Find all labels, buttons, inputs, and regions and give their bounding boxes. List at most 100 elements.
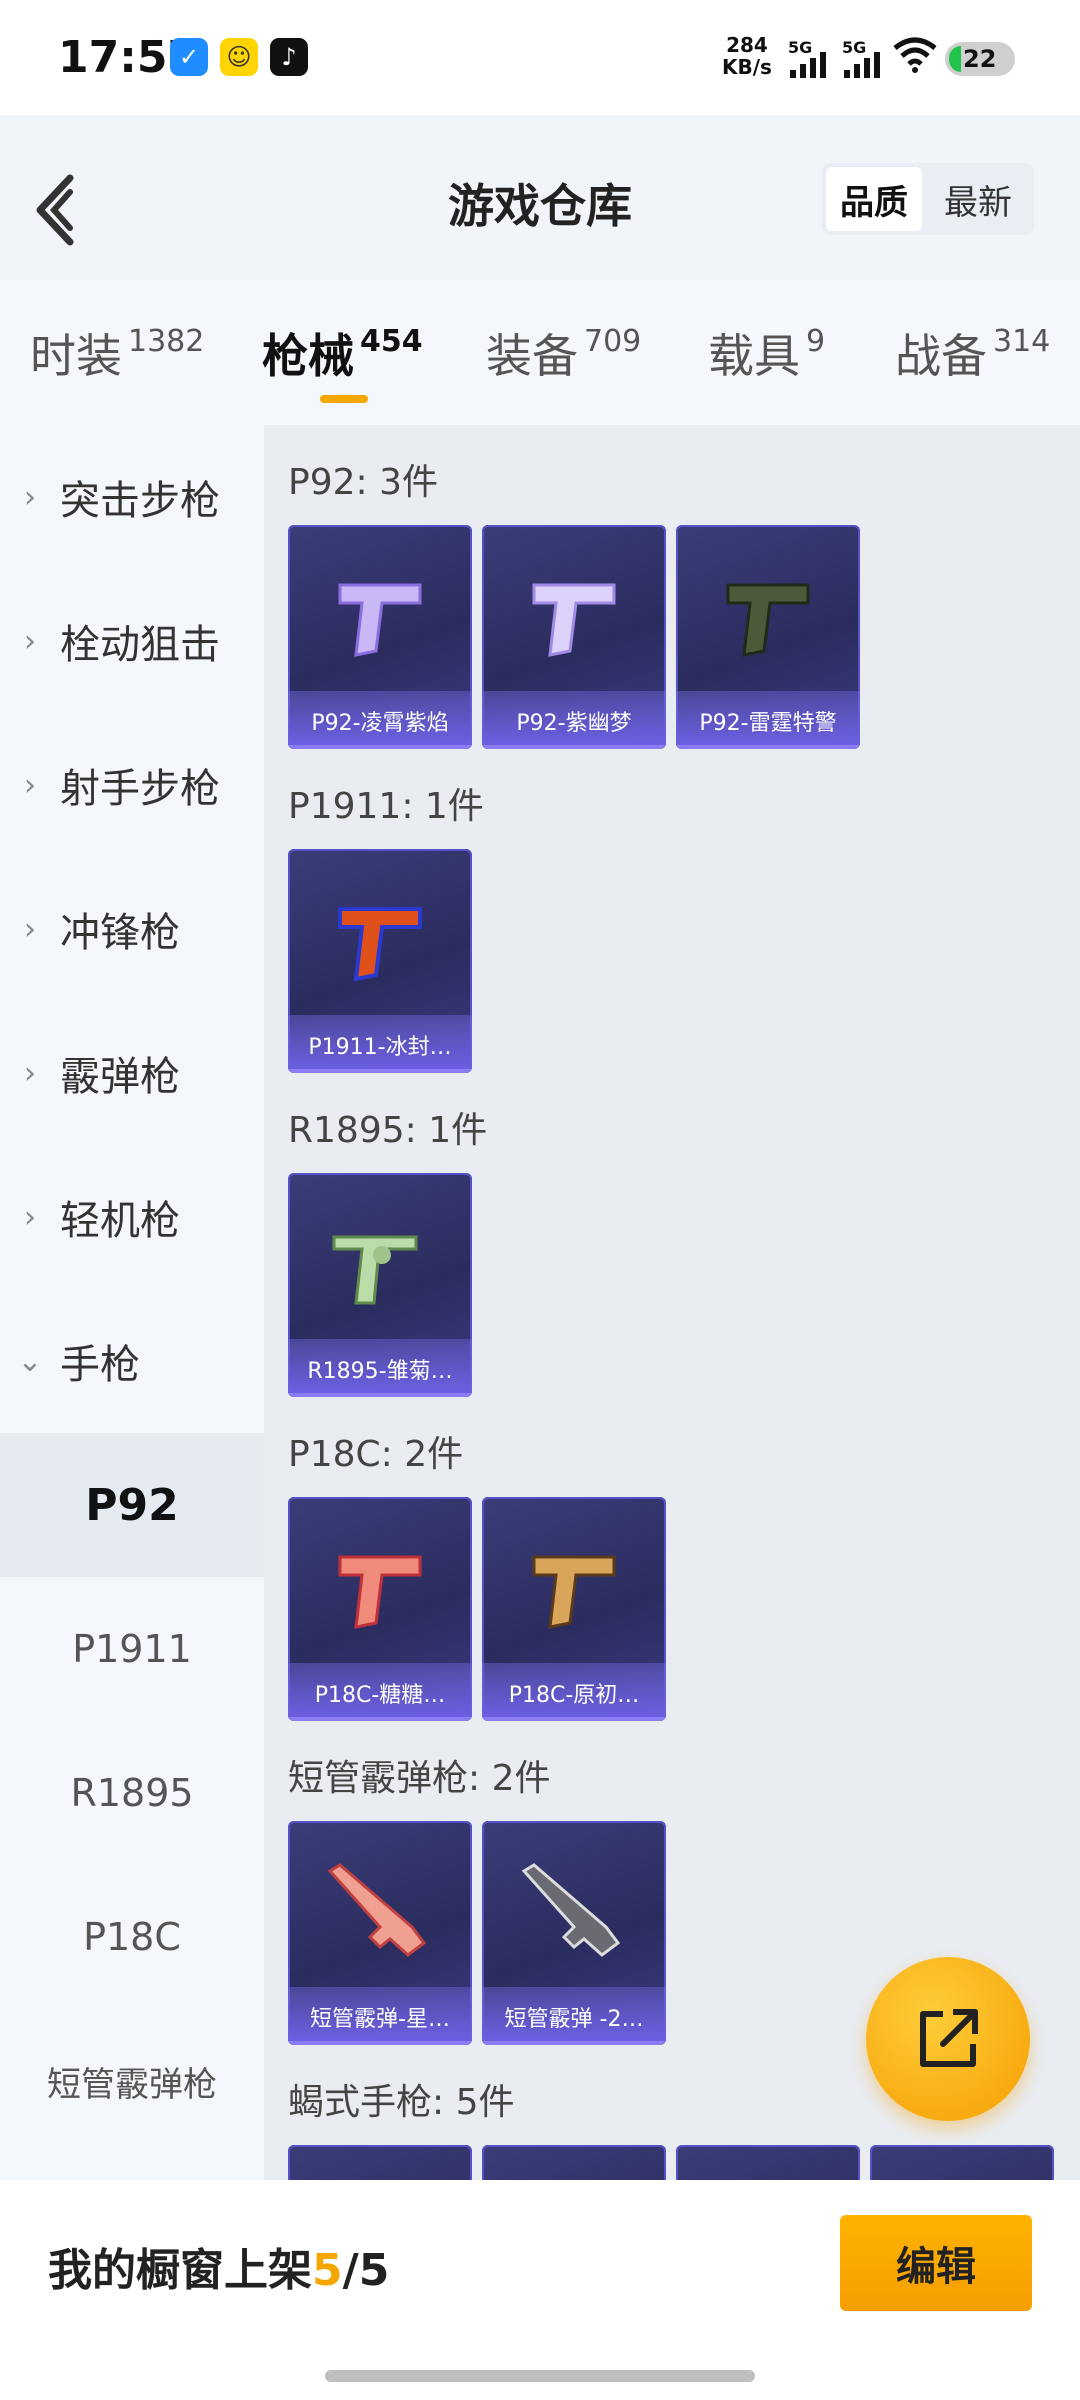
showcase-total: /5 (342, 2245, 390, 2296)
category-label: 冲锋枪 (60, 910, 180, 956)
group-label: P18C: 2件 (288, 1434, 464, 1475)
chevron-right-icon: › (24, 1199, 36, 1235)
sidebar-sub-p18c[interactable]: P18C (0, 1865, 264, 2009)
item-card[interactable] (870, 2145, 1054, 2180)
category-label: 霰弹枪 (60, 1054, 180, 1100)
item-name: P18C-糖糖… (314, 1683, 446, 1708)
sidebar-sub-p1911[interactable]: P1911 (0, 1577, 264, 1721)
page-header: 游戏仓库 品质 最新 (0, 115, 1080, 280)
category-tabs: 时装 1382 枪械 454 装备 709 载具 9 战备 314 (0, 300, 1080, 420)
sidebar-category-smg[interactable]: › 冲锋枪 (0, 857, 264, 1001)
signal-icon (844, 52, 880, 78)
showcase-label: 我的橱窗上架 (48, 2245, 312, 2296)
tab-fashion[interactable]: 时装 1382 (30, 320, 204, 386)
item-card[interactable] (288, 2145, 472, 2180)
notification-icons: ✓ ☺ ♪ (170, 38, 308, 76)
tab-label: 装备 (486, 329, 578, 383)
group-label: P92: 3件 (288, 462, 438, 503)
wifi-icon (893, 37, 937, 73)
home-indicator[interactable] (325, 2370, 755, 2382)
tab-count: 454 (360, 324, 423, 359)
sidebar-category-shotgun[interactable]: › 霰弹枪 (0, 1001, 264, 1145)
external-link-icon (920, 2009, 978, 2067)
tab-label: 战备 (895, 329, 987, 383)
shotgun-icon (521, 1863, 621, 1957)
chevron-right-icon: › (24, 479, 36, 515)
pistol-icon (532, 1555, 616, 1629)
showcase-count: 5 (312, 2245, 343, 2296)
pistol-icon (532, 583, 616, 657)
status-bar: 17:57 ✓ ☺ ♪ 284 KB/s 5G 5G 22 (0, 0, 1080, 115)
item-name: P1911-冰封… (308, 1035, 452, 1060)
chevron-right-icon: › (24, 1055, 36, 1091)
net-speed-unit: KB/s (722, 55, 772, 79)
chevron-right-icon: › (24, 623, 36, 659)
item-name: P92-雷霆特警 (699, 711, 837, 736)
item-card[interactable]: P18C-原初… (482, 1497, 666, 1721)
pistol-icon (338, 583, 422, 657)
sort-latest-button[interactable]: 最新 (926, 163, 1030, 235)
item-card[interactable]: P18C-糖糖… (288, 1497, 472, 1721)
share-fab-button[interactable] (866, 1957, 1030, 2121)
signal-icon (790, 52, 826, 78)
app-notification-icon: ✓ (170, 38, 208, 76)
group-label: 蝎式手枪: 5件 (288, 2082, 515, 2123)
item-name: P92-紫幽梦 (516, 711, 632, 736)
sidebar-category-pistol[interactable]: ⌄ 手枪 (0, 1289, 264, 1433)
tab-count: 709 (584, 324, 642, 359)
category-label: 栓动狙击 (60, 622, 220, 668)
tab-supplies[interactable]: 战备 314 (895, 320, 1050, 386)
tab-count: 1382 (128, 324, 205, 359)
sidebar-category-assault-rifle[interactable]: › 突击步枪 (0, 425, 264, 569)
sidebar-sub-r1895[interactable]: R1895 (0, 1721, 264, 1865)
item-card[interactable] (482, 2145, 666, 2180)
pistol-icon (726, 583, 810, 657)
item-grid: P92: 3件 P92-凌霄紫焰 P92-紫幽梦 P92-雷霆特警 P1911:… (264, 425, 1080, 2180)
item-card[interactable]: P92-凌霄紫焰 (288, 525, 472, 749)
category-label: 射手步枪 (60, 766, 220, 812)
tab-equipment[interactable]: 装备 709 (486, 320, 641, 386)
item-name: P92-凌霄紫焰 (311, 711, 449, 736)
app-notification-icon: ☺ (220, 38, 258, 76)
item-card[interactable]: P92-紫幽梦 (482, 525, 666, 749)
edit-button[interactable]: 编辑 (840, 2215, 1032, 2311)
item-card[interactable]: P92-雷霆特警 (676, 525, 860, 749)
chevron-down-icon: ⌄ (17, 1343, 43, 1379)
sidebar-sub-p92[interactable]: P92 (0, 1433, 264, 1577)
shotgun-icon (327, 1863, 427, 1957)
net-speed: 284 KB/s (722, 34, 772, 78)
pistol-icon (338, 907, 422, 982)
bottom-bar: 我的橱窗上架5/5 编辑 (0, 2180, 1080, 2400)
pistol-icon (338, 1555, 422, 1629)
item-card[interactable]: 短管霰弹 -2… (482, 1821, 666, 2045)
tab-label: 载具 (708, 329, 800, 383)
tab-firearms[interactable]: 枪械 454 (262, 320, 423, 386)
category-label: 突击步枪 (60, 478, 220, 524)
group-label: R1895: 1件 (288, 1110, 488, 1151)
sidebar-category-marksman[interactable]: › 射手步枪 (0, 713, 264, 857)
net-speed-value: 284 (726, 33, 768, 57)
sidebar-category-lmg[interactable]: › 轻机枪 (0, 1145, 264, 1289)
sidebar-category-bolt-sniper[interactable]: › 栓动狙击 (0, 569, 264, 713)
item-card[interactable]: R1895-雏菊… (288, 1173, 472, 1397)
item-card[interactable] (676, 2145, 860, 2180)
tab-count: 314 (993, 324, 1051, 359)
tiktok-icon: ♪ (270, 38, 308, 76)
tab-count: 9 (806, 324, 826, 359)
item-name: R1895-雏菊… (307, 1359, 453, 1384)
active-tab-indicator (320, 395, 368, 403)
battery-icon: 22 (945, 42, 1015, 76)
chevron-right-icon: › (24, 767, 36, 803)
item-card[interactable]: 短管霰弹-星… (288, 1821, 472, 2045)
tab-label: 时装 (30, 329, 122, 383)
tab-vehicles[interactable]: 载具 9 (708, 320, 825, 386)
showcase-status: 我的橱窗上架5/5 (48, 2234, 389, 2298)
sort-quality-button[interactable]: 品质 (826, 167, 922, 231)
category-label: 手枪 (60, 1342, 140, 1388)
sidebar-sub-sawed-off[interactable]: 短管霰弹枪 (0, 2009, 264, 2153)
item-card[interactable]: P1911-冰封… (288, 849, 472, 1073)
sort-toggle: 品质 最新 (822, 163, 1034, 235)
revolver-icon (332, 1235, 418, 1305)
group-label: P1911: 1件 (288, 786, 484, 827)
battery-level: 22 (963, 45, 997, 73)
